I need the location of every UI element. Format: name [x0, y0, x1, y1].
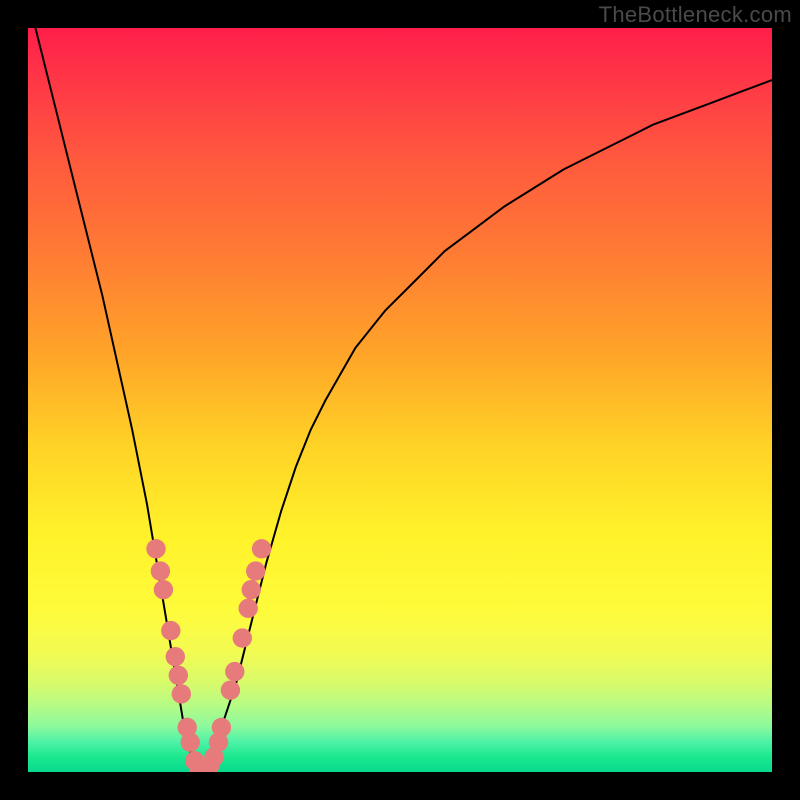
highlight-dot [221, 681, 240, 700]
curve-path [28, 28, 772, 772]
highlight-dot [161, 621, 180, 640]
highlight-dot [212, 718, 231, 737]
plot-area [28, 28, 772, 772]
highlight-dot [146, 539, 165, 558]
highlight-dot [246, 561, 265, 580]
chart-overlay [28, 28, 772, 772]
watermark-text: TheBottleneck.com [599, 2, 792, 28]
highlight-dot [239, 599, 258, 618]
highlight-dot [181, 733, 200, 752]
highlight-dot [225, 662, 244, 681]
highlight-points [146, 539, 271, 772]
highlight-dot [166, 647, 185, 666]
highlight-dot [172, 684, 191, 703]
highlight-dot [233, 628, 252, 647]
highlight-dot [151, 561, 170, 580]
highlight-dot [252, 539, 271, 558]
chart-frame: TheBottleneck.com [0, 0, 800, 800]
highlight-dot [242, 580, 261, 599]
curve-line [28, 28, 772, 772]
highlight-dot [169, 666, 188, 685]
highlight-dot [154, 580, 173, 599]
